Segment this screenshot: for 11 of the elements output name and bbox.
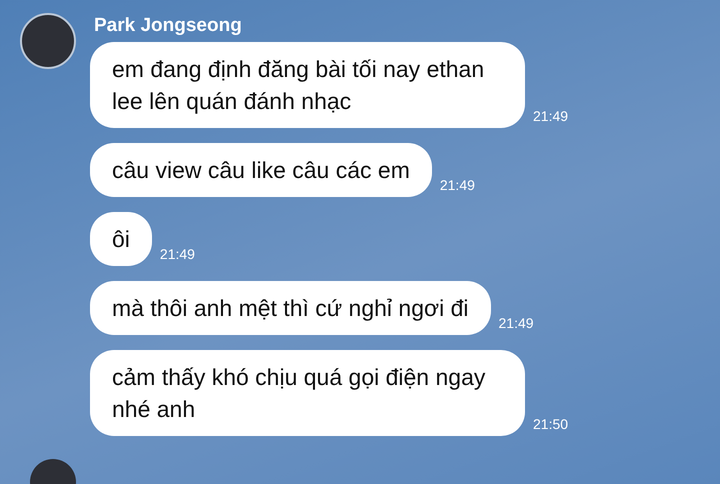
message-bubble[interactable]: câu view câu like câu các em bbox=[90, 143, 432, 197]
sender-name: Park Jongseong bbox=[93, 14, 243, 38]
message-bubble[interactable]: mà thôi anh mệt thì cứ nghỉ ngơi đi bbox=[90, 281, 490, 335]
message-time: 21:49 bbox=[440, 177, 475, 193]
message-bubble[interactable]: ôi bbox=[90, 212, 152, 266]
message-time: 21:49 bbox=[498, 315, 534, 331]
message-time: 21:49 bbox=[160, 246, 195, 262]
message-time: 21:50 bbox=[533, 416, 568, 432]
message-bubble[interactable]: em đang định đăng bài tối nay ethan lee lên quán đánh nhạc bbox=[90, 42, 525, 128]
message-bubble[interactable]: cảm thấy khó chịu quá gọi điện ngay nhé anh bbox=[90, 350, 525, 436]
message-time: 21:49 bbox=[533, 108, 568, 124]
